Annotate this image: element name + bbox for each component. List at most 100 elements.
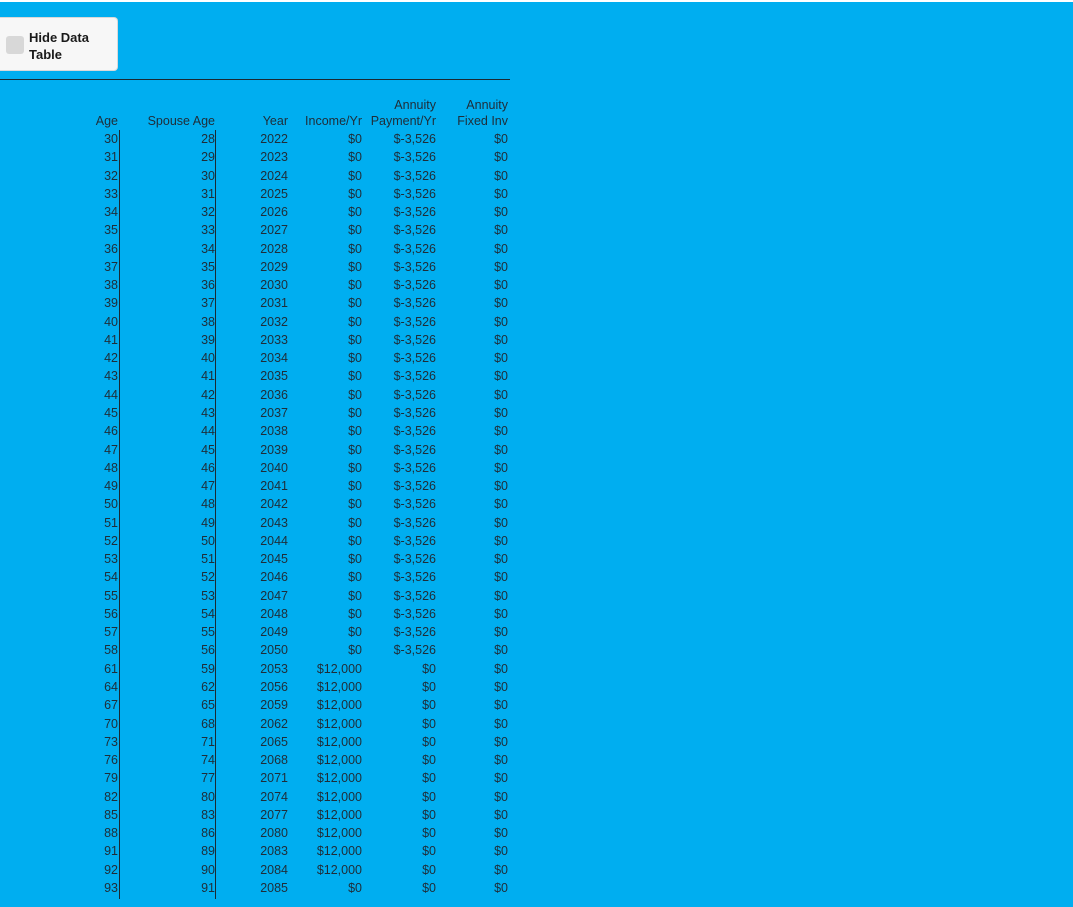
cell-annuity-fixed: $0 <box>494 351 508 366</box>
hide-data-table-button[interactable]: Hide Data Table <box>0 17 118 71</box>
cell-age: 50 <box>104 497 118 512</box>
cell-annuity-payment: $0 <box>422 771 436 786</box>
cell-year: 2033 <box>260 332 288 347</box>
cell-income: $0 <box>348 205 362 220</box>
cell-spouse-age: 47 <box>201 479 215 494</box>
cell-income: $0 <box>348 259 362 274</box>
cell-income: $12,000 <box>316 826 362 841</box>
cell-income: $0 <box>348 314 362 329</box>
cell-income: $12,000 <box>316 661 362 676</box>
cell-age: 85 <box>104 807 118 822</box>
cell-year: 2084 <box>260 862 288 877</box>
cell-annuity-payment: $-3,526 <box>393 241 436 256</box>
cell-income: $12,000 <box>316 789 362 804</box>
cell-income: $0 <box>348 460 362 475</box>
cell-income: $0 <box>348 442 362 457</box>
cell-year: 2027 <box>260 223 288 238</box>
cell-annuity-fixed: $0 <box>494 588 508 603</box>
cell-age: 42 <box>104 351 118 366</box>
cell-annuity-fixed: $0 <box>494 259 508 274</box>
cell-spouse-age: 59 <box>201 661 215 676</box>
header-annuity-payment: Annuity Payment/Yr <box>366 97 436 129</box>
cell-income: $0 <box>348 606 362 621</box>
cell-spouse-age: 49 <box>201 515 215 530</box>
cell-year: 2036 <box>260 387 288 402</box>
cell-age: 57 <box>104 625 118 640</box>
cell-age: 51 <box>104 515 118 530</box>
cell-year: 2038 <box>260 424 288 439</box>
cell-age: 54 <box>104 570 118 585</box>
cell-income: $0 <box>348 296 362 311</box>
checkbox-icon[interactable] <box>6 36 24 54</box>
cell-annuity-fixed: $0 <box>494 533 508 548</box>
cell-spouse-age: 31 <box>201 186 215 201</box>
cell-age: 88 <box>104 826 118 841</box>
cell-annuity-fixed: $0 <box>494 132 508 146</box>
cell-annuity-fixed: $0 <box>494 369 508 384</box>
cell-age: 58 <box>104 643 118 658</box>
cell-annuity-fixed: $0 <box>494 661 508 676</box>
cell-income: $12,000 <box>316 753 362 768</box>
cell-spouse-age: 28 <box>201 132 215 146</box>
cell-income: $0 <box>348 625 362 640</box>
cell-annuity-payment: $-3,526 <box>393 625 436 640</box>
cell-income: $12,000 <box>316 734 362 749</box>
header-annuity-payment-line1: Annuity <box>394 98 436 112</box>
cell-year: 2068 <box>260 753 288 768</box>
cell-annuity-fixed: $0 <box>494 387 508 402</box>
cell-age: 70 <box>104 716 118 731</box>
cell-annuity-payment: $-3,526 <box>393 168 436 183</box>
cell-income: $0 <box>348 570 362 585</box>
cell-spouse-age: 71 <box>201 734 215 749</box>
cell-year: 2029 <box>260 259 288 274</box>
cell-income: $12,000 <box>316 679 362 694</box>
cell-annuity-payment: $0 <box>422 880 436 895</box>
cell-age: 92 <box>104 862 118 877</box>
cell-annuity-payment: $-3,526 <box>393 570 436 585</box>
cell-income: $0 <box>348 132 362 146</box>
cell-age: 64 <box>104 679 118 694</box>
cell-spouse-age: 43 <box>201 405 215 420</box>
cell-annuity-payment: $-3,526 <box>393 424 436 439</box>
cell-annuity-payment: $-3,526 <box>393 552 436 567</box>
cell-year: 2048 <box>260 606 288 621</box>
cell-annuity-payment: $0 <box>422 826 436 841</box>
cell-annuity-payment: $-3,526 <box>393 479 436 494</box>
cell-annuity-fixed: $0 <box>494 734 508 749</box>
header-annuity-fixed-line1: Annuity <box>466 98 508 112</box>
cell-year: 2045 <box>260 552 288 567</box>
cell-age: 41 <box>104 332 118 347</box>
cell-year: 2065 <box>260 734 288 749</box>
cell-annuity-payment: $0 <box>422 844 436 859</box>
cell-spouse-age: 77 <box>201 771 215 786</box>
header-annuity-fixed-line2: Fixed Inv <box>457 114 508 128</box>
cell-age: 32 <box>104 168 118 183</box>
cell-year: 2042 <box>260 497 288 512</box>
cell-annuity-payment: $-3,526 <box>393 442 436 457</box>
cell-annuity-fixed: $0 <box>494 880 508 895</box>
cell-year: 2059 <box>260 698 288 713</box>
cell-annuity-fixed: $0 <box>494 807 508 822</box>
cell-age: 44 <box>104 387 118 402</box>
cell-year: 2030 <box>260 278 288 293</box>
cell-annuity-fixed: $0 <box>494 552 508 567</box>
cell-annuity-fixed: $0 <box>494 186 508 201</box>
cell-year: 2083 <box>260 844 288 859</box>
hide-data-table-label: Hide Data Table <box>29 30 89 62</box>
cell-annuity-fixed: $0 <box>494 679 508 694</box>
cell-annuity-fixed: $0 <box>494 862 508 877</box>
cell-spouse-age: 89 <box>201 844 215 859</box>
cell-income: $0 <box>348 533 362 548</box>
cell-year: 2047 <box>260 588 288 603</box>
cell-year: 2043 <box>260 515 288 530</box>
cell-spouse-age: 33 <box>201 223 215 238</box>
cell-annuity-fixed: $0 <box>494 698 508 713</box>
cell-year: 2080 <box>260 826 288 841</box>
cell-spouse-age: 45 <box>201 442 215 457</box>
cell-year: 2077 <box>260 807 288 822</box>
cell-annuity-payment: $-3,526 <box>393 643 436 658</box>
header-income: Income/Yr <box>305 114 362 128</box>
cell-annuity-fixed: $0 <box>494 789 508 804</box>
cell-age: 56 <box>104 606 118 621</box>
cell-income: $0 <box>348 351 362 366</box>
